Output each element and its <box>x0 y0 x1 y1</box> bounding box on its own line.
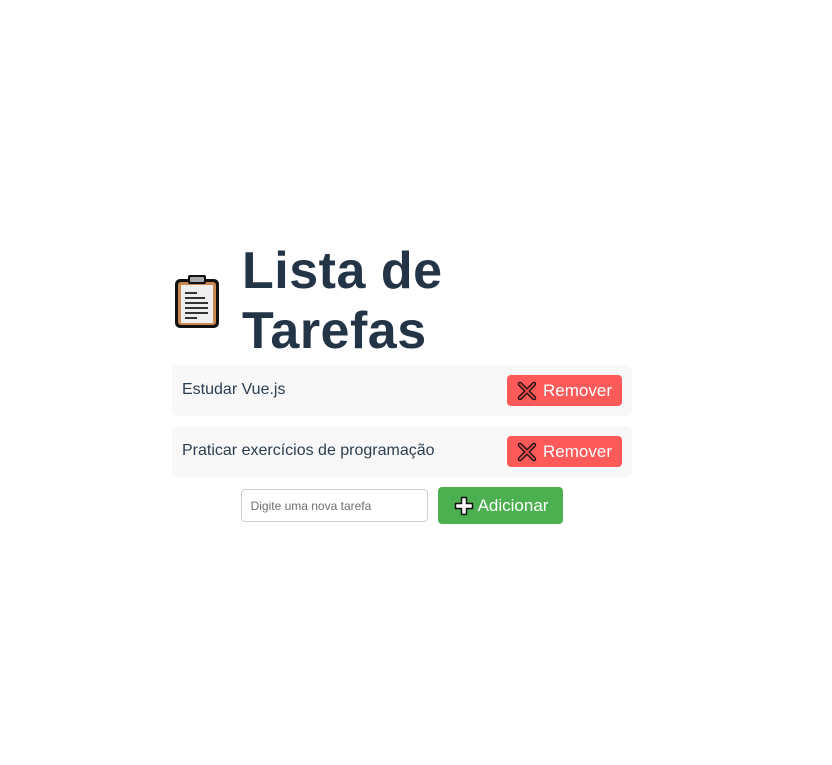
task-list: Estudar Vue.js Remover Praticar exercíci… <box>172 365 632 477</box>
plus-icon <box>454 496 474 516</box>
list-item: Praticar exercícios de programação Remov… <box>172 426 632 477</box>
clipboard-icon <box>172 272 222 330</box>
list-item: Estudar Vue.js Remover <box>172 365 632 416</box>
remove-button-label: Remover <box>543 380 612 400</box>
add-button[interactable]: Adicionar <box>437 487 564 524</box>
remove-button[interactable]: Remover <box>507 436 622 467</box>
add-button-label: Adicionar <box>477 495 549 515</box>
close-icon <box>517 381 537 401</box>
todo-app: Lista de Tarefas Estudar Vue.js Remover … <box>172 242 632 524</box>
remove-button[interactable]: Remover <box>507 375 622 406</box>
close-icon <box>517 442 537 462</box>
task-text: Praticar exercícios de programação <box>182 441 435 459</box>
add-task-form: Adicionar <box>172 487 632 524</box>
task-text: Estudar Vue.js <box>182 380 286 398</box>
remove-button-label: Remover <box>543 441 612 461</box>
page-title-text: Lista de Tarefas <box>242 242 443 360</box>
page-title: Lista de Tarefas <box>172 242 632 360</box>
new-task-input[interactable] <box>240 489 428 522</box>
